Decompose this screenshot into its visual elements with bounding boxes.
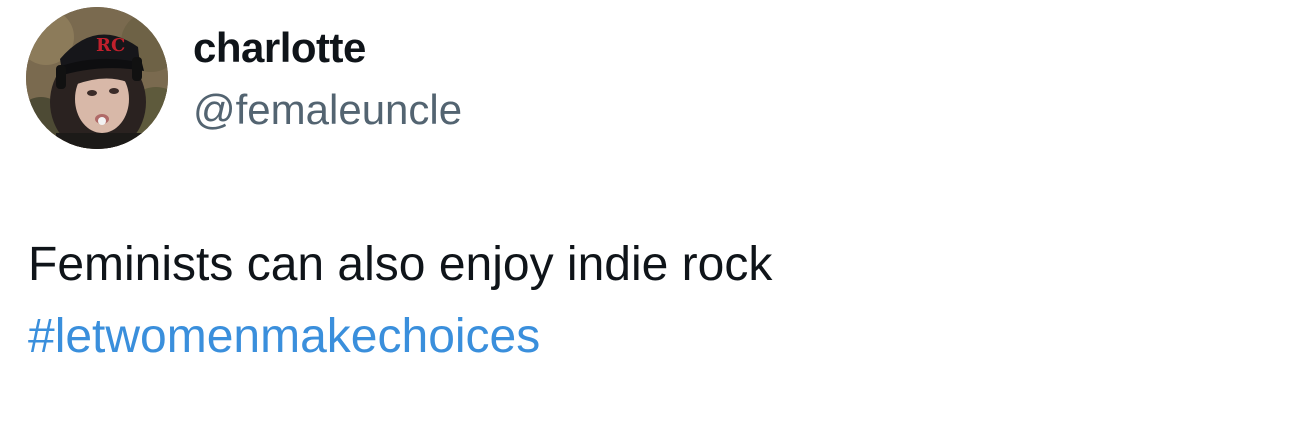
display-name[interactable]: charlotte [193, 24, 366, 72]
hashtag-link[interactable]: #letwomenmakechoices [28, 309, 540, 364]
tweet-text: Feminists can also enjoy indie rock [28, 238, 773, 291]
tweet-card: RC charlotte @femaleuncle Feminists can … [0, 0, 1290, 429]
svg-text:RC: RC [96, 35, 125, 56]
user-handle[interactable]: @femaleuncle [193, 86, 462, 134]
profile-photo-icon: RC [26, 7, 168, 149]
avatar[interactable]: RC [26, 7, 168, 149]
